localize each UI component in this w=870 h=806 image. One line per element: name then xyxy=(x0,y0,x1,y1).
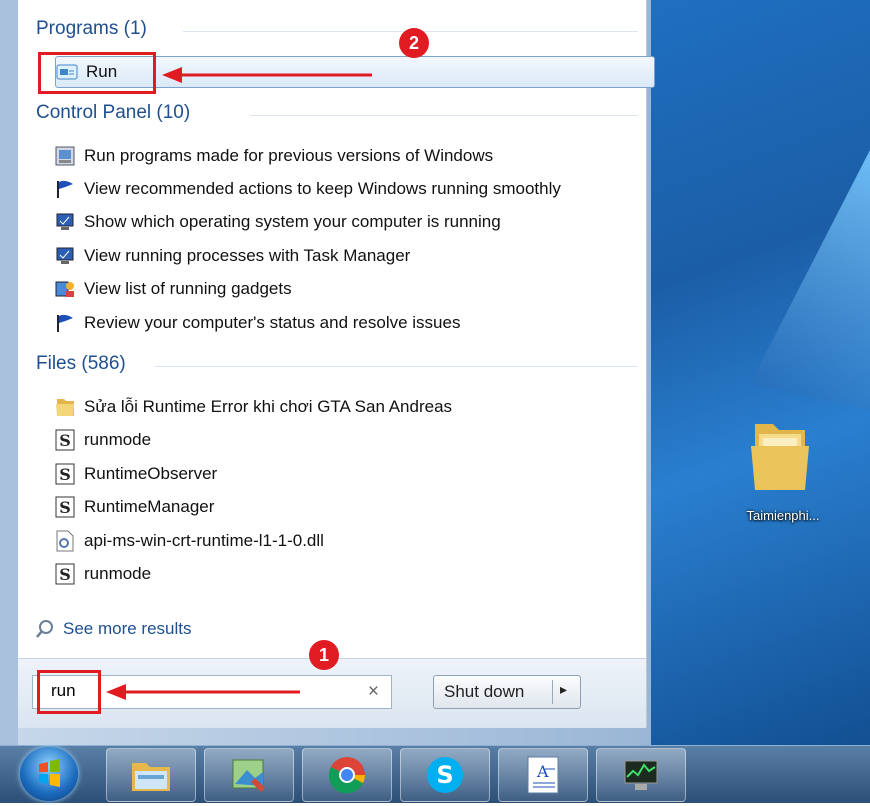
taskbar-paint[interactable] xyxy=(204,748,294,802)
script-icon: S xyxy=(54,429,76,451)
dll-icon xyxy=(54,530,76,552)
file-item[interactable]: S runmode xyxy=(54,560,151,588)
section-programs: Programs (1) xyxy=(36,18,147,39)
shut-down-button[interactable]: Shut down ▸ xyxy=(433,675,581,709)
desktop: Taimienphi... xyxy=(651,0,870,745)
control-panel-item-label: View list of running gadgets xyxy=(84,279,292,298)
svg-text:S: S xyxy=(59,565,71,584)
file-item[interactable]: S RuntimeObserver xyxy=(54,460,217,488)
svg-text:S: S xyxy=(59,465,71,484)
file-item[interactable]: S runmode xyxy=(54,426,151,454)
shut-down-options-arrow[interactable]: ▸ xyxy=(560,681,567,698)
svg-text:S: S xyxy=(59,431,71,450)
control-panel-item[interactable]: Review your computer's status and resolv… xyxy=(54,309,460,337)
folder-icon xyxy=(54,396,76,418)
highlight-run xyxy=(38,52,156,94)
control-panel-item[interactable]: View running processes with Task Manager xyxy=(54,242,410,270)
system-icon xyxy=(54,245,76,267)
taskbar-task-manager[interactable] xyxy=(596,748,686,802)
file-item[interactable]: S RuntimeManager xyxy=(54,493,214,521)
annotation-arrow-run xyxy=(162,67,372,83)
search-icon xyxy=(35,619,55,639)
section-control-panel: Control Panel (10) xyxy=(36,102,191,123)
svg-text:S: S xyxy=(59,498,71,517)
windows-logo-icon xyxy=(39,759,60,787)
control-panel-item[interactable]: Show which operating system your compute… xyxy=(54,208,501,236)
start-menu: Programs (1) Run Control Panel (10) Run … xyxy=(0,0,655,745)
clear-search-icon[interactable]: × xyxy=(368,681,379,703)
file-item-label: runmode xyxy=(84,564,152,583)
svg-text:S: S xyxy=(436,761,453,789)
file-item[interactable]: Sửa lỗi Runtime Error khi chơi GTA San A… xyxy=(54,393,452,421)
section-files: Files (586) xyxy=(36,353,126,374)
taskbar-file-explorer[interactable] xyxy=(106,748,196,802)
see-more-results-link[interactable]: See more results xyxy=(35,619,192,639)
step-1-badge: 1 xyxy=(309,640,339,670)
control-panel-item[interactable]: View list of running gadgets xyxy=(54,275,292,303)
script-icon: S xyxy=(54,563,76,585)
flag-icon xyxy=(54,178,76,200)
file-item-label: runmode xyxy=(84,430,152,449)
wallpaper-beam xyxy=(750,150,870,410)
divider xyxy=(552,680,553,704)
file-item-label: RuntimeManager xyxy=(84,497,215,516)
shut-down-label: Shut down xyxy=(444,682,525,701)
step-2-badge: 2 xyxy=(399,28,429,58)
search-results-panel: Programs (1) Run Control Panel (10) Run … xyxy=(18,0,655,727)
control-panel-item[interactable]: View recommended actions to keep Windows… xyxy=(54,175,561,203)
divider xyxy=(155,366,638,367)
control-panel-item-label: Run programs made for previous versions … xyxy=(84,146,494,165)
control-panel-item-label: Review your computer's status and resolv… xyxy=(84,313,461,332)
control-panel-item-label: Show which operating system your compute… xyxy=(84,212,501,231)
flag-icon xyxy=(54,312,76,334)
system-icon xyxy=(54,211,76,233)
taskbar-skype[interactable]: S xyxy=(400,748,490,802)
file-item-label: Sửa lỗi Runtime Error khi chơi GTA San A… xyxy=(84,397,453,416)
svg-text:A: A xyxy=(536,762,549,781)
control-panel-item[interactable]: Run programs made for previous versions … xyxy=(54,142,493,170)
file-explorer-icon xyxy=(132,763,170,791)
script-icon: S xyxy=(54,463,76,485)
start-button[interactable] xyxy=(20,747,78,801)
paint-icon xyxy=(232,759,265,792)
control-panel-item-label: View recommended actions to keep Windows… xyxy=(84,179,561,198)
divider xyxy=(250,115,638,116)
desktop-folder-label: Taimienphi... xyxy=(746,508,820,523)
highlight-search-input xyxy=(37,670,101,714)
wordpad-icon: A xyxy=(527,756,559,794)
desktop-folder-icon[interactable] xyxy=(749,418,811,496)
see-more-label: See more results xyxy=(63,619,192,638)
file-item[interactable]: api-ms-win-crt-runtime-l1-1-0.dll xyxy=(54,527,324,555)
taskbar-wordpad[interactable]: A xyxy=(498,748,588,802)
control-panel-item-label: View running processes with Task Manager xyxy=(84,246,411,265)
file-item-label: RuntimeObserver xyxy=(84,464,218,483)
start-menu-frame xyxy=(0,0,18,745)
task-manager-icon xyxy=(624,760,658,790)
taskbar-chrome[interactable] xyxy=(302,748,392,802)
compatibility-icon xyxy=(54,145,76,167)
annotation-arrow-search xyxy=(106,684,300,700)
chrome-icon xyxy=(328,757,365,794)
skype-icon: S xyxy=(427,757,463,793)
gadgets-icon xyxy=(54,278,76,300)
file-item-label: api-ms-win-crt-runtime-l1-1-0.dll xyxy=(84,531,324,550)
script-icon: S xyxy=(54,496,76,518)
